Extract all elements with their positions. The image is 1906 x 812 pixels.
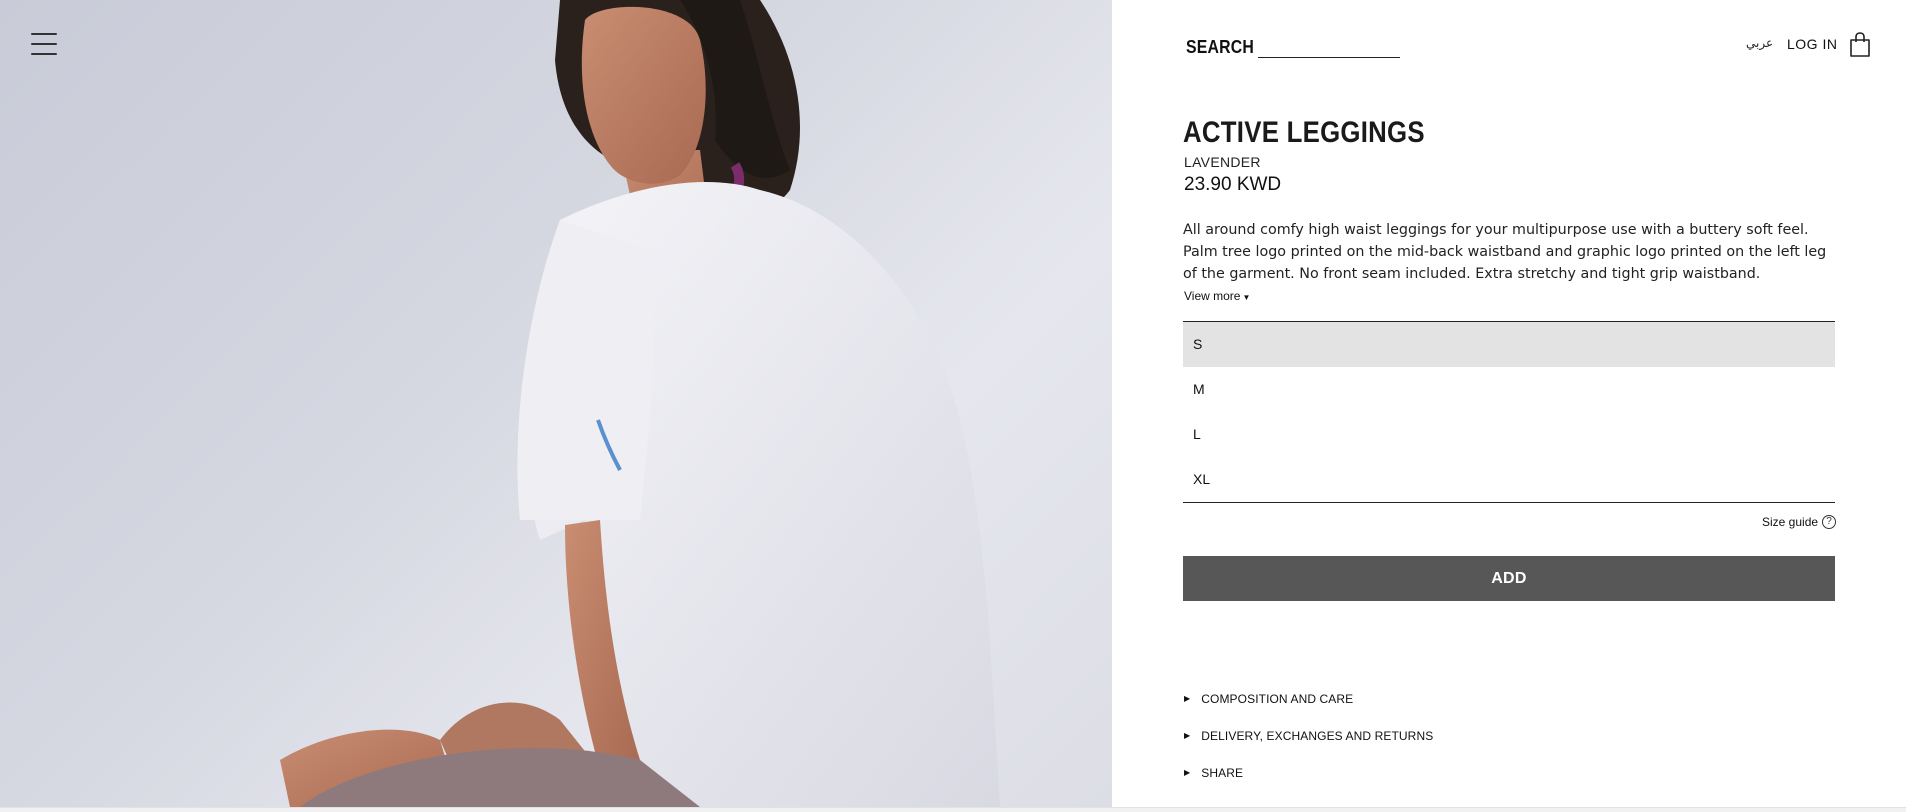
size-selector: S M L XL bbox=[1183, 321, 1835, 503]
login-link[interactable]: LOG IN bbox=[1787, 36, 1837, 52]
question-circle-icon: ? bbox=[1822, 515, 1837, 529]
accordion-label: COMPOSITION AND CARE bbox=[1201, 691, 1354, 706]
top-bar: SEARCH عربي LOG IN bbox=[1112, 0, 1906, 90]
product-info-accordion: ▶ COMPOSITION AND CARE ▶ DELIVERY, EXCHA… bbox=[1183, 680, 1835, 791]
accordion-share[interactable]: ▶ SHARE bbox=[1183, 754, 1835, 791]
caret-down-icon: ▼ bbox=[1242, 293, 1251, 302]
product-color: LAVENDER bbox=[1184, 154, 1261, 170]
accordion-composition-and-care[interactable]: ▶ COMPOSITION AND CARE bbox=[1183, 680, 1835, 717]
hamburger-menu-icon[interactable] bbox=[31, 33, 57, 55]
size-option-m[interactable]: M bbox=[1183, 367, 1835, 412]
view-more-link[interactable]: View more ▼ bbox=[1184, 289, 1250, 303]
caret-right-icon: ▶ bbox=[1184, 731, 1191, 740]
size-option-s[interactable]: S bbox=[1183, 322, 1835, 367]
accordion-label: SHARE bbox=[1201, 765, 1244, 780]
product-description: All around comfy high waist leggings for… bbox=[1183, 222, 1827, 282]
size-option-l[interactable]: L bbox=[1183, 412, 1835, 457]
product-price: 23.90 KWD bbox=[1184, 174, 1282, 195]
model-photo-illustration bbox=[280, 0, 1000, 807]
product-details-panel: SEARCH عربي LOG IN ACTIVE LEGGINGS LAVEN… bbox=[1112, 0, 1906, 812]
language-link[interactable]: عربي bbox=[1746, 36, 1773, 50]
view-more-label: View more bbox=[1184, 289, 1241, 303]
product-title: ACTIVE LEGGINGS bbox=[1183, 116, 1425, 149]
product-photo bbox=[0, 0, 1112, 807]
shopping-bag-icon[interactable] bbox=[1849, 32, 1871, 58]
search-input[interactable] bbox=[1258, 36, 1400, 58]
size-option-xl[interactable]: XL bbox=[1183, 457, 1835, 502]
size-guide-label: Size guide bbox=[1762, 515, 1819, 529]
accordion-delivery-exchanges-returns[interactable]: ▶ DELIVERY, EXCHANGES AND RETURNS bbox=[1183, 717, 1835, 754]
size-guide-link[interactable]: Size guide ? bbox=[1762, 515, 1837, 529]
accordion-label: DELIVERY, EXCHANGES AND RETURNS bbox=[1201, 728, 1434, 743]
add-to-bag-button[interactable]: ADD bbox=[1183, 556, 1835, 601]
bottom-scrollbar-strip bbox=[0, 807, 1906, 812]
search-label[interactable]: SEARCH bbox=[1186, 37, 1254, 58]
caret-right-icon: ▶ bbox=[1184, 768, 1191, 777]
caret-right-icon: ▶ bbox=[1184, 694, 1191, 703]
